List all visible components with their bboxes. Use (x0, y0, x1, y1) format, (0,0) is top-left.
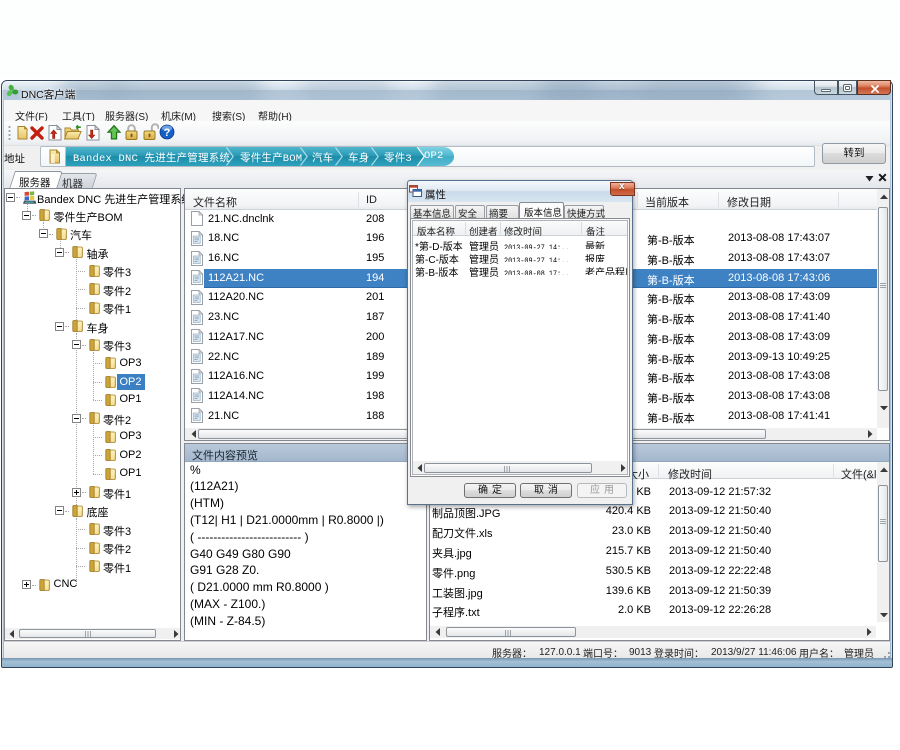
svg-text:?: ? (164, 127, 171, 139)
